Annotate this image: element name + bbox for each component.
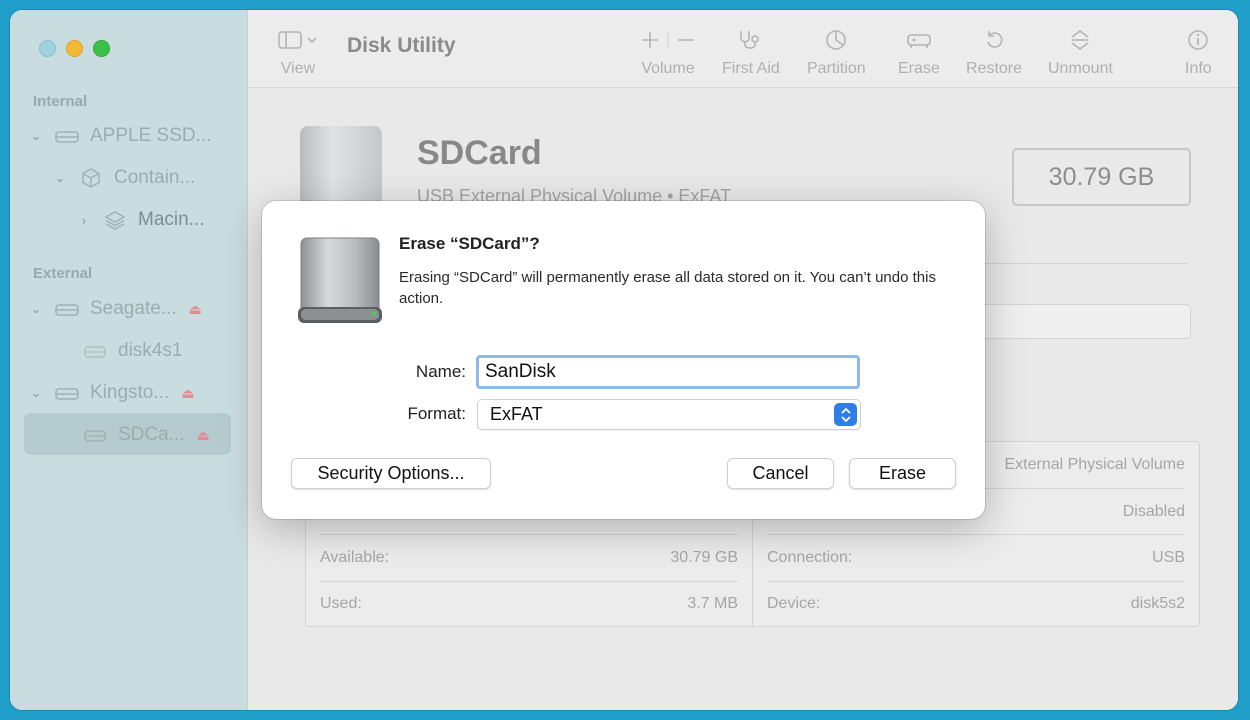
sidebar-item-apple-ssd[interactable]: ⌄ APPLE SSD... (26, 118, 212, 154)
chevron-right-icon[interactable]: › (74, 213, 94, 228)
external-disk-icon (54, 299, 80, 319)
volume-button[interactable]: Volume (640, 26, 696, 78)
view-button[interactable]: View (278, 26, 318, 78)
sidebar-item-container[interactable]: ⌄ Contain... (50, 160, 196, 196)
security-options-button[interactable]: Security Options... (291, 458, 491, 489)
sidebar-section-external: External (33, 265, 93, 282)
sidebar-section-internal: Internal (33, 93, 88, 110)
internal-disk-icon (54, 126, 80, 146)
chevron-down-icon[interactable]: ⌄ (26, 385, 46, 401)
plus-minus-icon (640, 26, 696, 54)
partition-button[interactable]: Partition (807, 26, 866, 78)
chevron-down-icon[interactable]: ⌄ (26, 128, 46, 144)
sidebar-item-label: Kingsto... (90, 382, 170, 403)
stethoscope-icon (736, 26, 766, 54)
sidebar: Internal ⌄ APPLE SSD... ⌄ Contain... › M… (10, 10, 248, 710)
eraser-icon (905, 26, 933, 54)
volume-size: 30.79 GB (1012, 148, 1191, 206)
external-disk-icon (54, 383, 80, 403)
name-input[interactable] (476, 355, 860, 389)
name-label: Name: (415, 362, 466, 381)
sidebar-item-kingston[interactable]: ⌄ Kingsto... ⏏ (26, 375, 195, 411)
close-window-button[interactable] (39, 40, 56, 57)
restore-button[interactable]: Restore (966, 26, 1022, 78)
sidebar-item-disk4s1[interactable]: disk4s1 (82, 333, 182, 369)
app-title: Disk Utility (347, 34, 456, 57)
info-button[interactable]: Info (1185, 26, 1212, 78)
chevron-up-down-icon (834, 403, 857, 426)
window-controls (39, 40, 110, 57)
info-row-connection: Connection: USB (767, 549, 1185, 566)
chevron-down-icon[interactable]: ⌄ (50, 170, 70, 186)
toolbar: View Disk Utility Volume First Aid Parti… (248, 10, 1238, 88)
sidebar-item-label: SDCa... (118, 424, 185, 445)
sidebar-item-label: Macin... (138, 209, 205, 230)
cancel-button[interactable]: Cancel (727, 458, 834, 489)
layers-icon (102, 210, 128, 230)
chevron-down-icon[interactable]: ⌄ (26, 301, 46, 317)
container-icon (78, 168, 104, 188)
eject-icon[interactable]: ⏏ (189, 301, 202, 318)
pie-chart-icon (824, 26, 848, 54)
format-label: Format: (407, 404, 466, 423)
erase-button[interactable]: Erase (849, 458, 956, 489)
dialog-title: Erase “SDCard”? (399, 234, 540, 253)
external-drive-icon (297, 237, 383, 325)
eject-icon[interactable]: ⏏ (181, 385, 194, 402)
format-selected-value: ExFAT (490, 404, 543, 424)
maximize-window-button[interactable] (93, 40, 110, 57)
info-row-used: Used: 3.7 MB (320, 595, 738, 612)
sidebar-item-label: APPLE SSD... (90, 125, 212, 146)
erase-toolbar-button[interactable]: Erase (898, 26, 940, 78)
unmount-button[interactable]: Unmount (1048, 26, 1113, 78)
usage-bar (968, 304, 1191, 339)
sidebar-toggle-icon (278, 26, 318, 54)
minimize-window-button[interactable] (66, 40, 83, 57)
info-icon (1186, 26, 1210, 54)
dialog-message: Erasing “SDCard” will permanently erase … (399, 269, 936, 307)
unmount-icon (1068, 26, 1092, 54)
eject-icon[interactable]: ⏏ (197, 427, 210, 444)
sidebar-item-sdcard[interactable]: SDCa... ⏏ (82, 417, 210, 453)
volume-icon (82, 341, 108, 361)
sidebar-item-macintosh[interactable]: › Macin... (74, 202, 205, 238)
sidebar-item-label: disk4s1 (118, 340, 183, 361)
restore-arrow-icon (982, 26, 1006, 54)
sidebar-item-label: Seagate... (90, 298, 177, 319)
sidebar-item-seagate[interactable]: ⌄ Seagate... ⏏ (26, 291, 202, 327)
sidebar-item-label: Contain... (114, 167, 196, 188)
volume-name: SDCard (417, 134, 542, 172)
info-row-available: Available: 30.79 GB (320, 549, 738, 566)
format-select[interactable]: ExFAT (477, 399, 861, 430)
erase-dialog: Erase “SDCard”? Erasing “SDCard” will pe… (262, 201, 985, 519)
info-row-device: Device: disk5s2 (767, 595, 1185, 612)
volume-icon (82, 425, 108, 445)
first-aid-button[interactable]: First Aid (722, 26, 780, 78)
